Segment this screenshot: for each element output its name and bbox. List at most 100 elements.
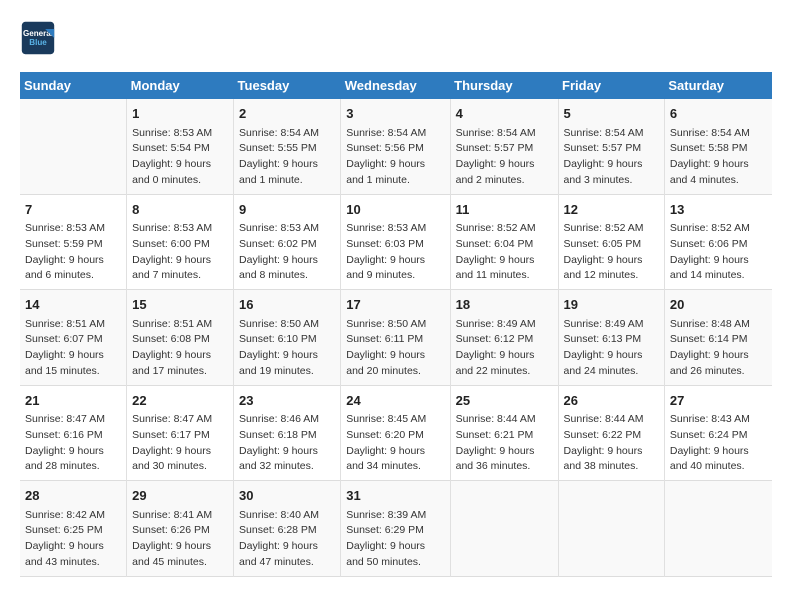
calendar-cell: 13Sunrise: 8:52 AMSunset: 6:06 PMDayligh… — [664, 194, 772, 290]
day-info: Sunrise: 8:47 AMSunset: 6:17 PMDaylight:… — [132, 412, 228, 475]
day-info: Sunrise: 8:47 AMSunset: 6:16 PMDaylight:… — [25, 412, 121, 475]
calendar-cell: 12Sunrise: 8:52 AMSunset: 6:05 PMDayligh… — [558, 194, 664, 290]
calendar-cell: 10Sunrise: 8:53 AMSunset: 6:03 PMDayligh… — [341, 194, 450, 290]
day-info: Sunrise: 8:54 AMSunset: 5:57 PMDaylight:… — [564, 126, 659, 189]
calendar-cell: 6Sunrise: 8:54 AMSunset: 5:58 PMDaylight… — [664, 99, 772, 194]
day-info: Sunrise: 8:50 AMSunset: 6:11 PMDaylight:… — [346, 317, 444, 380]
calendar-cell: 27Sunrise: 8:43 AMSunset: 6:24 PMDayligh… — [664, 385, 772, 481]
weekday-header-thursday: Thursday — [450, 72, 558, 99]
day-number: 9 — [239, 200, 335, 220]
weekday-header-row: SundayMondayTuesdayWednesdayThursdayFrid… — [20, 72, 772, 99]
calendar-cell: 21Sunrise: 8:47 AMSunset: 6:16 PMDayligh… — [20, 385, 127, 481]
weekday-header-wednesday: Wednesday — [341, 72, 450, 99]
calendar-cell: 11Sunrise: 8:52 AMSunset: 6:04 PMDayligh… — [450, 194, 558, 290]
day-info: Sunrise: 8:52 AMSunset: 6:05 PMDaylight:… — [564, 221, 659, 284]
week-row-3: 14Sunrise: 8:51 AMSunset: 6:07 PMDayligh… — [20, 290, 772, 386]
day-number: 13 — [670, 200, 767, 220]
svg-text:Blue: Blue — [29, 38, 47, 47]
day-number: 1 — [132, 104, 228, 124]
day-info: Sunrise: 8:43 AMSunset: 6:24 PMDaylight:… — [670, 412, 767, 475]
week-row-2: 7Sunrise: 8:53 AMSunset: 5:59 PMDaylight… — [20, 194, 772, 290]
day-info: Sunrise: 8:51 AMSunset: 6:08 PMDaylight:… — [132, 317, 228, 380]
calendar-cell: 26Sunrise: 8:44 AMSunset: 6:22 PMDayligh… — [558, 385, 664, 481]
day-number: 2 — [239, 104, 335, 124]
day-info: Sunrise: 8:54 AMSunset: 5:58 PMDaylight:… — [670, 126, 767, 189]
day-info: Sunrise: 8:54 AMSunset: 5:57 PMDaylight:… — [456, 126, 553, 189]
day-number: 21 — [25, 391, 121, 411]
day-number: 14 — [25, 295, 121, 315]
day-info: Sunrise: 8:53 AMSunset: 6:03 PMDaylight:… — [346, 221, 444, 284]
week-row-4: 21Sunrise: 8:47 AMSunset: 6:16 PMDayligh… — [20, 385, 772, 481]
day-info: Sunrise: 8:53 AMSunset: 5:59 PMDaylight:… — [25, 221, 121, 284]
day-info: Sunrise: 8:40 AMSunset: 6:28 PMDaylight:… — [239, 508, 335, 571]
day-info: Sunrise: 8:52 AMSunset: 6:06 PMDaylight:… — [670, 221, 767, 284]
calendar-cell: 29Sunrise: 8:41 AMSunset: 6:26 PMDayligh… — [127, 481, 234, 577]
weekday-header-saturday: Saturday — [664, 72, 772, 99]
calendar-cell: 15Sunrise: 8:51 AMSunset: 6:08 PMDayligh… — [127, 290, 234, 386]
weekday-header-tuesday: Tuesday — [234, 72, 341, 99]
day-info: Sunrise: 8:50 AMSunset: 6:10 PMDaylight:… — [239, 317, 335, 380]
day-number: 22 — [132, 391, 228, 411]
logo: General Blue — [20, 20, 60, 56]
calendar-cell: 23Sunrise: 8:46 AMSunset: 6:18 PMDayligh… — [234, 385, 341, 481]
calendar-cell: 1Sunrise: 8:53 AMSunset: 5:54 PMDaylight… — [127, 99, 234, 194]
day-number: 20 — [670, 295, 767, 315]
calendar-cell — [664, 481, 772, 577]
weekday-header-monday: Monday — [127, 72, 234, 99]
day-number: 17 — [346, 295, 444, 315]
day-info: Sunrise: 8:46 AMSunset: 6:18 PMDaylight:… — [239, 412, 335, 475]
day-number: 31 — [346, 486, 444, 506]
day-info: Sunrise: 8:41 AMSunset: 6:26 PMDaylight:… — [132, 508, 228, 571]
calendar-cell: 31Sunrise: 8:39 AMSunset: 6:29 PMDayligh… — [341, 481, 450, 577]
day-number: 18 — [456, 295, 553, 315]
day-number: 11 — [456, 200, 553, 220]
day-number: 27 — [670, 391, 767, 411]
calendar-cell — [20, 99, 127, 194]
day-number: 26 — [564, 391, 659, 411]
day-info: Sunrise: 8:44 AMSunset: 6:21 PMDaylight:… — [456, 412, 553, 475]
day-number: 16 — [239, 295, 335, 315]
day-number: 12 — [564, 200, 659, 220]
day-info: Sunrise: 8:53 AMSunset: 6:00 PMDaylight:… — [132, 221, 228, 284]
calendar-cell — [450, 481, 558, 577]
day-info: Sunrise: 8:49 AMSunset: 6:12 PMDaylight:… — [456, 317, 553, 380]
calendar-cell: 20Sunrise: 8:48 AMSunset: 6:14 PMDayligh… — [664, 290, 772, 386]
day-number: 23 — [239, 391, 335, 411]
day-number: 30 — [239, 486, 335, 506]
day-number: 28 — [25, 486, 121, 506]
calendar-cell — [558, 481, 664, 577]
day-info: Sunrise: 8:44 AMSunset: 6:22 PMDaylight:… — [564, 412, 659, 475]
day-info: Sunrise: 8:42 AMSunset: 6:25 PMDaylight:… — [25, 508, 121, 571]
day-info: Sunrise: 8:51 AMSunset: 6:07 PMDaylight:… — [25, 317, 121, 380]
calendar-cell: 28Sunrise: 8:42 AMSunset: 6:25 PMDayligh… — [20, 481, 127, 577]
calendar-cell: 4Sunrise: 8:54 AMSunset: 5:57 PMDaylight… — [450, 99, 558, 194]
day-number: 29 — [132, 486, 228, 506]
calendar-cell: 7Sunrise: 8:53 AMSunset: 5:59 PMDaylight… — [20, 194, 127, 290]
calendar-table: SundayMondayTuesdayWednesdayThursdayFrid… — [20, 72, 772, 577]
calendar-cell: 8Sunrise: 8:53 AMSunset: 6:00 PMDaylight… — [127, 194, 234, 290]
day-number: 19 — [564, 295, 659, 315]
day-number: 5 — [564, 104, 659, 124]
calendar-cell: 3Sunrise: 8:54 AMSunset: 5:56 PMDaylight… — [341, 99, 450, 194]
week-row-5: 28Sunrise: 8:42 AMSunset: 6:25 PMDayligh… — [20, 481, 772, 577]
calendar-cell: 30Sunrise: 8:40 AMSunset: 6:28 PMDayligh… — [234, 481, 341, 577]
weekday-header-sunday: Sunday — [20, 72, 127, 99]
calendar-cell: 9Sunrise: 8:53 AMSunset: 6:02 PMDaylight… — [234, 194, 341, 290]
day-number: 10 — [346, 200, 444, 220]
day-info: Sunrise: 8:48 AMSunset: 6:14 PMDaylight:… — [670, 317, 767, 380]
calendar-cell: 2Sunrise: 8:54 AMSunset: 5:55 PMDaylight… — [234, 99, 341, 194]
day-info: Sunrise: 8:53 AMSunset: 5:54 PMDaylight:… — [132, 126, 228, 189]
calendar-cell: 19Sunrise: 8:49 AMSunset: 6:13 PMDayligh… — [558, 290, 664, 386]
day-number: 6 — [670, 104, 767, 124]
day-info: Sunrise: 8:53 AMSunset: 6:02 PMDaylight:… — [239, 221, 335, 284]
page-header: General Blue — [20, 20, 772, 56]
day-number: 25 — [456, 391, 553, 411]
week-row-1: 1Sunrise: 8:53 AMSunset: 5:54 PMDaylight… — [20, 99, 772, 194]
day-info: Sunrise: 8:49 AMSunset: 6:13 PMDaylight:… — [564, 317, 659, 380]
weekday-header-friday: Friday — [558, 72, 664, 99]
day-number: 4 — [456, 104, 553, 124]
calendar-cell: 22Sunrise: 8:47 AMSunset: 6:17 PMDayligh… — [127, 385, 234, 481]
calendar-cell: 5Sunrise: 8:54 AMSunset: 5:57 PMDaylight… — [558, 99, 664, 194]
day-info: Sunrise: 8:45 AMSunset: 6:20 PMDaylight:… — [346, 412, 444, 475]
day-number: 8 — [132, 200, 228, 220]
